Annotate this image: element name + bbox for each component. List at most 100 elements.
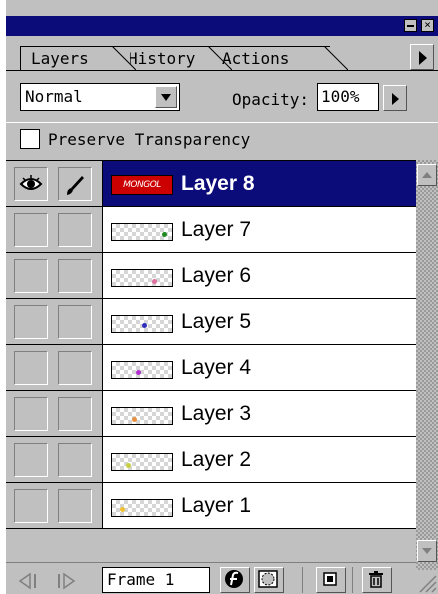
toolbar-divider — [352, 567, 353, 593]
link-toggle[interactable] — [58, 213, 92, 247]
previous-frame-icon[interactable] — [16, 571, 46, 591]
layer-name: Layer 2 — [181, 448, 252, 471]
layer-thumbnail — [111, 269, 173, 287]
layer-name: Layer 4 — [181, 356, 252, 379]
layer-name: Layer 5 — [181, 310, 252, 333]
layer-thumbnail — [111, 223, 173, 241]
trash-icon — [369, 571, 383, 588]
delete-layer-button[interactable] — [362, 567, 392, 593]
opacity-input[interactable]: 100% — [317, 83, 379, 111]
layers-scrollbar[interactable] — [416, 160, 438, 570]
thumbnail-mark — [162, 232, 167, 237]
new-layer-icon — [323, 572, 337, 586]
resize-grip-icon[interactable] — [416, 566, 438, 594]
link-toggle[interactable] — [58, 397, 92, 431]
palette-bottom-bar: Frame 1 — [6, 562, 416, 594]
new-layer-button[interactable] — [316, 567, 346, 593]
chevron-down-icon[interactable] — [155, 86, 177, 108]
tab-edge-decoration — [208, 46, 232, 70]
visibility-toggle[interactable] — [14, 489, 48, 523]
opacity-label: Opacity: — [232, 90, 310, 109]
blend-mode-select[interactable]: Normal — [20, 83, 180, 111]
tab-edge-decoration — [324, 46, 348, 70]
preserve-transparency-label: Preserve Transparency — [48, 130, 251, 149]
layer-visibility-cell — [6, 299, 102, 345]
layer-name: Layer 1 — [181, 494, 252, 517]
layer-row[interactable]: Layer 3 — [6, 391, 416, 437]
link-toggle[interactable] — [58, 351, 92, 385]
thumbnail-mark — [132, 417, 137, 422]
layer-row[interactable]: Layer 5 — [6, 299, 416, 345]
scroll-down-button[interactable] — [417, 540, 437, 562]
layer-row[interactable]: Layer 7 — [6, 207, 416, 253]
thumbnail-mark — [120, 507, 125, 512]
layer-name-cell[interactable]: Layer 2 — [102, 437, 416, 483]
opacity-slider-button[interactable] — [383, 85, 407, 111]
layer-visibility-cell — [6, 207, 102, 253]
palette-tabs: Actions History Layers — [6, 38, 438, 74]
frame-field[interactable]: Frame 1 — [102, 567, 210, 593]
layer-visibility-cell — [6, 253, 102, 299]
layers-palette: × Actions History Layers Normal Opacity:… — [6, 0, 438, 594]
thumbnail-mark — [136, 370, 141, 375]
visibility-toggle[interactable] — [14, 305, 48, 339]
link-toggle[interactable] — [58, 167, 92, 201]
visibility-toggle[interactable] — [14, 397, 48, 431]
layer-visibility-cell — [6, 391, 102, 437]
close-button[interactable]: × — [421, 19, 434, 32]
link-toggle[interactable] — [58, 305, 92, 339]
preserve-transparency-checkbox[interactable] — [20, 129, 40, 149]
toolbar-divider — [302, 567, 303, 593]
layers-list: MONGOL Layer 8 Layer 7 Layer 6 Layer 5 L… — [6, 160, 416, 529]
layer-thumbnail — [111, 453, 173, 471]
effects-icon — [225, 570, 243, 588]
layer-thumbnail — [111, 407, 173, 425]
blend-mode-value: Normal — [25, 87, 83, 106]
layer-row[interactable]: Layer 1 — [6, 483, 416, 529]
link-toggle[interactable] — [58, 259, 92, 293]
layer-name-cell[interactable]: Layer 7 — [102, 207, 416, 253]
scroll-up-button[interactable] — [417, 164, 437, 186]
layer-visibility-cell — [6, 345, 102, 391]
layer-thumbnail — [111, 361, 173, 379]
layer-name-cell[interactable]: Layer 3 — [102, 391, 416, 437]
layer-thumbnail: MONGOL — [111, 175, 173, 195]
link-toggle[interactable] — [58, 443, 92, 477]
visibility-toggle[interactable] — [14, 351, 48, 385]
layer-row[interactable]: MONGOL Layer 8 — [6, 161, 416, 207]
layer-name: Layer 3 — [181, 402, 252, 425]
link-toggle[interactable] — [58, 489, 92, 523]
visibility-toggle[interactable] — [14, 213, 48, 247]
layer-name: Layer 7 — [181, 218, 252, 241]
layer-visibility-cell — [6, 483, 102, 529]
preserve-transparency-row: Preserve Transparency — [6, 122, 438, 156]
visibility-toggle[interactable] — [14, 443, 48, 477]
add-mask-button[interactable] — [254, 567, 284, 593]
visibility-toggle[interactable] — [14, 167, 48, 201]
layer-row[interactable]: Layer 4 — [6, 345, 416, 391]
layer-visibility-cell — [6, 437, 102, 483]
layer-row[interactable]: Layer 2 — [6, 437, 416, 483]
thumbnail-mark — [142, 323, 147, 328]
paintbrush-icon — [67, 176, 84, 195]
thumbnail-mark — [152, 279, 157, 284]
layer-name-cell[interactable]: Layer 1 — [102, 483, 416, 529]
tab-baseline — [6, 70, 438, 71]
layer-name-cell[interactable]: Layer 6 — [102, 253, 416, 299]
palette-title-bar[interactable]: × — [6, 16, 438, 36]
layer-name-cell[interactable]: Layer 4 — [102, 345, 416, 391]
visibility-toggle[interactable] — [14, 259, 48, 293]
layer-thumbnail — [111, 315, 173, 333]
layer-name-cell[interactable]: Layer 5 — [102, 299, 416, 345]
palette-menu-button[interactable] — [410, 44, 434, 70]
tab-edge-decoration — [112, 46, 136, 70]
layer-row[interactable]: Layer 6 — [6, 253, 416, 299]
next-frame-icon[interactable] — [54, 571, 84, 591]
layer-name: Layer 8 — [181, 172, 255, 195]
layer-name-cell[interactable]: MONGOL Layer 8 — [102, 161, 416, 207]
layer-visibility-cell — [6, 161, 102, 207]
blend-controls: Normal Opacity: 100% — [6, 76, 438, 116]
layer-name: Layer 6 — [181, 264, 252, 287]
layer-effects-button[interactable] — [220, 567, 250, 593]
minimize-button[interactable] — [404, 19, 417, 32]
